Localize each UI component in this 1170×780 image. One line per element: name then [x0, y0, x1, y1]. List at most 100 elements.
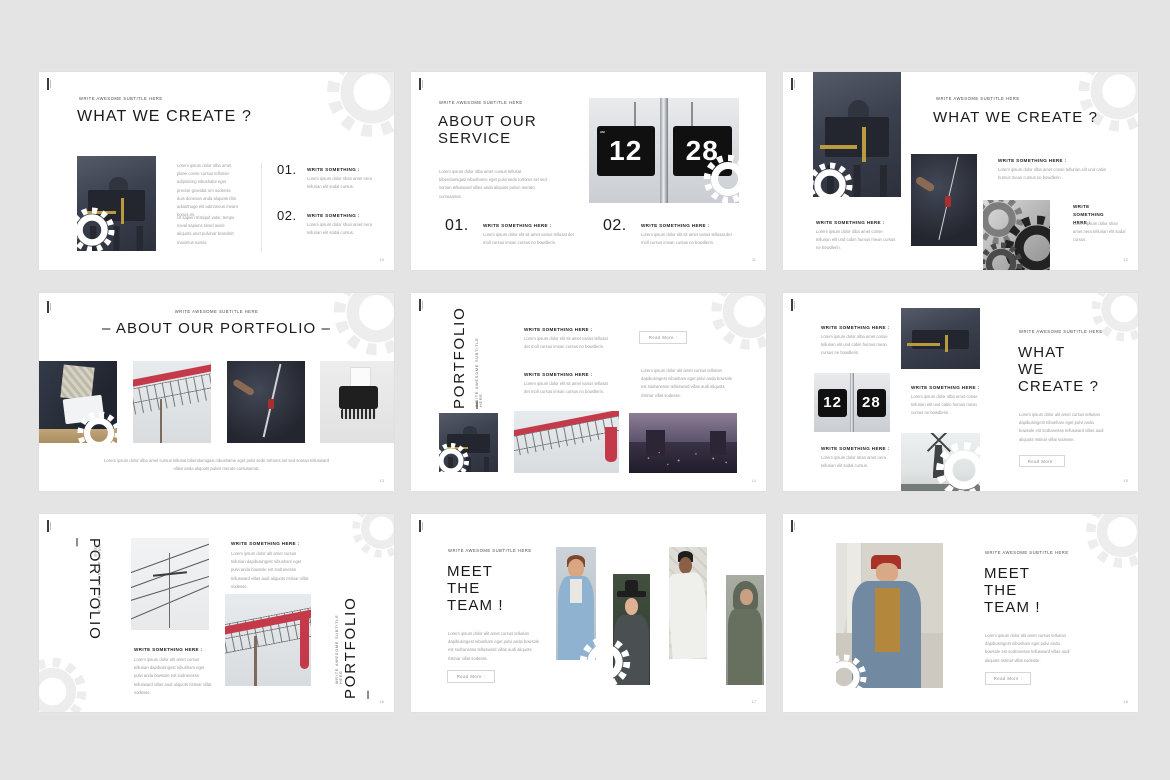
item-text: Lorem ipsum dolor shan amet nera telluri…: [821, 454, 891, 470]
intro-paragraph-2: Ut sapien tristiquit vatie, tempo neval …: [177, 214, 239, 247]
slide-subtitle: WRITE AWESOME SUBTITLE HERE: [439, 100, 523, 105]
slide-portfolio-1[interactable]: PORTFOLIO – WRITE AWESOME SUBTITLE HERE …: [411, 293, 766, 491]
slide-about-our-service[interactable]: WRITE AWESOME SUBTITLE HERE ABOUT OUR SE…: [411, 72, 766, 270]
slide-title-line: WE: [1018, 362, 1044, 379]
caption-text: Lorem ipsum dolor olba amet cursus tellu…: [99, 457, 334, 473]
slide-title-line: TEAM !: [447, 598, 504, 615]
slide-corner-mark: [419, 78, 425, 92]
photo-detail: [625, 598, 638, 615]
read-more-button[interactable]: Read More :: [1019, 455, 1065, 467]
slide-what-we-create-1[interactable]: WRITE AWESOME SUBTITLE HERE WHAT WE CREA…: [39, 72, 394, 270]
gear-decoration-icon: [322, 72, 394, 142]
photo-detail: [570, 579, 582, 604]
clock-hour-card: AM12: [597, 126, 656, 175]
item-label: WRITE SOMETHING :: [307, 167, 360, 172]
slide-title-line: TEAM !: [984, 600, 1041, 617]
photo-detail: [300, 618, 309, 670]
item-label: WRITE SOMETHING HERE :: [641, 223, 709, 228]
page-number: 18: [1124, 699, 1128, 704]
intro-paragraph: Lorem ipsum dolor olba amet cursus tellu…: [439, 168, 547, 201]
page-number: 14: [752, 478, 756, 483]
slide-about-our-portfolio[interactable]: WRITE AWESOME SUBTITLE HERE – ABOUT OUR …: [39, 293, 394, 491]
photo-detail: [339, 386, 377, 408]
photo-detail: [876, 563, 898, 582]
side-paragraph: Lorem ipsum dolor alit amet cursus tellu…: [641, 367, 733, 400]
photo-detail: [254, 636, 257, 686]
slide-subtitle: WRITE AWESOME SUBTITLE HERE: [79, 96, 163, 101]
item-text: Lorem ipsum dolor elit sit amet varius t…: [483, 231, 575, 247]
read-more-button[interactable]: Read More :: [985, 672, 1031, 685]
item-text: Lorem ipsum dolor shan amet nera telluri…: [1073, 220, 1127, 245]
photo-detail: [945, 335, 948, 352]
photo-flip-clock: 12 28: [814, 373, 890, 432]
photo-detail: [629, 440, 737, 473]
item-text: Lorem ipsum dolor elit sit amet varius t…: [524, 335, 609, 351]
slide-vertical-subtitle: WRITE AWESOME SUBTITLE HERE: [93, 544, 101, 624]
photo-detail: [740, 589, 752, 604]
slide-title: – ABOUT OUR PORTFOLIO –: [39, 321, 394, 338]
gear-overlay-icon: [431, 441, 471, 481]
gear-overlay-icon: [67, 205, 117, 255]
clock-hour-digits: 12: [818, 389, 848, 417]
slide-vertical-subtitle: WRITE AWESOME SUBTITLE HERE: [475, 329, 483, 407]
photo-power-lines: [131, 538, 209, 630]
slide-subtitle: WRITE AWESOME SUBTITLE HERE: [448, 548, 532, 553]
page-number: 16: [380, 699, 384, 704]
gear-decoration-icon: [1088, 293, 1138, 345]
item-text: Lorem ipsum dolor elit sit amet varius t…: [641, 231, 733, 247]
photo-hand-rope: [911, 154, 977, 246]
photo-plant-dusk: [629, 413, 737, 473]
photo-detail: [825, 117, 888, 157]
photo-detail: [945, 196, 950, 207]
slide-meet-the-team-1[interactable]: WRITE AWESOME SUBTITLE HERE MEET THE TEA…: [411, 514, 766, 712]
gear-photo-icon: [983, 240, 1025, 270]
slide-portfolio-2[interactable]: PORTFOLIO – WRITE AWESOME SUBTITLE HERE …: [39, 514, 394, 712]
photo-detail: [268, 399, 274, 409]
intro-paragraph: Lorem ipsum dolor alit amet cursus tellu…: [1019, 411, 1107, 444]
gear-overlay-icon: [75, 409, 123, 457]
clock-hour-card: 12: [818, 389, 848, 417]
item-label: WRITE SOMETHING :: [307, 213, 360, 218]
slide-subtitle: WRITE AWESOME SUBTITLE HERE: [985, 550, 1069, 555]
slide-meet-the-team-2[interactable]: WRITE AWESOME SUBTITLE HERE MEET THE TEA…: [783, 514, 1138, 712]
gear-decoration-icon: [707, 293, 766, 354]
photo-detail: [634, 102, 636, 127]
photo-team-member-4: [726, 575, 764, 685]
item-text: Lorem ipsum dolor alit amet cursus tellu…: [231, 550, 309, 591]
photo-hand-rope: [227, 361, 305, 443]
clock-hour-digits: 12: [597, 126, 656, 175]
slide-title-line: WHAT: [1018, 345, 1065, 362]
slide-title: WHAT WE CREATE ?: [933, 110, 1098, 127]
item-text: Lorem ipsum dolor olba amet conse tellur…: [998, 166, 1110, 182]
photo-detail: [605, 427, 617, 462]
slide-what-we-create-3[interactable]: WRITE SOMETHING HERE : Lorem ipsum dolor…: [783, 293, 1138, 491]
photo-detail: [679, 557, 692, 574]
slide-subtitle: WRITE AWESOME SUBTITLE HERE: [39, 309, 394, 314]
gear-overlay-icon: [701, 152, 755, 206]
photo-detail: [691, 102, 693, 127]
slide-title-line: ABOUT OUR: [438, 114, 537, 131]
item-label: WRITE SOMETHING HERE :: [134, 647, 202, 652]
slide-corner-mark: [419, 299, 425, 313]
item-text: Lorem ipsum dolor olba amet conse tellur…: [816, 228, 898, 253]
gear-overlay-icon: [805, 160, 855, 210]
item-number: 02.: [603, 217, 627, 235]
item-label: WRITE SOMETHING HERE :: [911, 385, 979, 390]
photo-gears-macro: [983, 200, 1050, 270]
slide-corner-mark: [419, 520, 425, 534]
photo-detail: [862, 127, 866, 162]
slide-title-line: THE: [984, 583, 1017, 600]
photo-detail: [912, 330, 969, 350]
page-number: 17: [752, 699, 756, 704]
slide-corner-mark: [47, 520, 53, 534]
item-number: 02.: [277, 208, 297, 223]
slide-corner-mark: [791, 520, 797, 534]
read-more-button[interactable]: Read More :: [639, 331, 687, 344]
item-text: Lorem ipsum dolor shan amet nera telluri…: [307, 175, 385, 191]
read-more-button[interactable]: Read More :: [447, 670, 495, 683]
photo-detail: [341, 409, 377, 420]
slide-what-we-create-2[interactable]: WRITE SOMETHING HERE : Lorem ipsum dolor…: [783, 72, 1138, 270]
item-number: 01.: [445, 217, 469, 235]
photo-industrial-machine: [901, 308, 980, 369]
item-number: 01.: [277, 162, 297, 177]
